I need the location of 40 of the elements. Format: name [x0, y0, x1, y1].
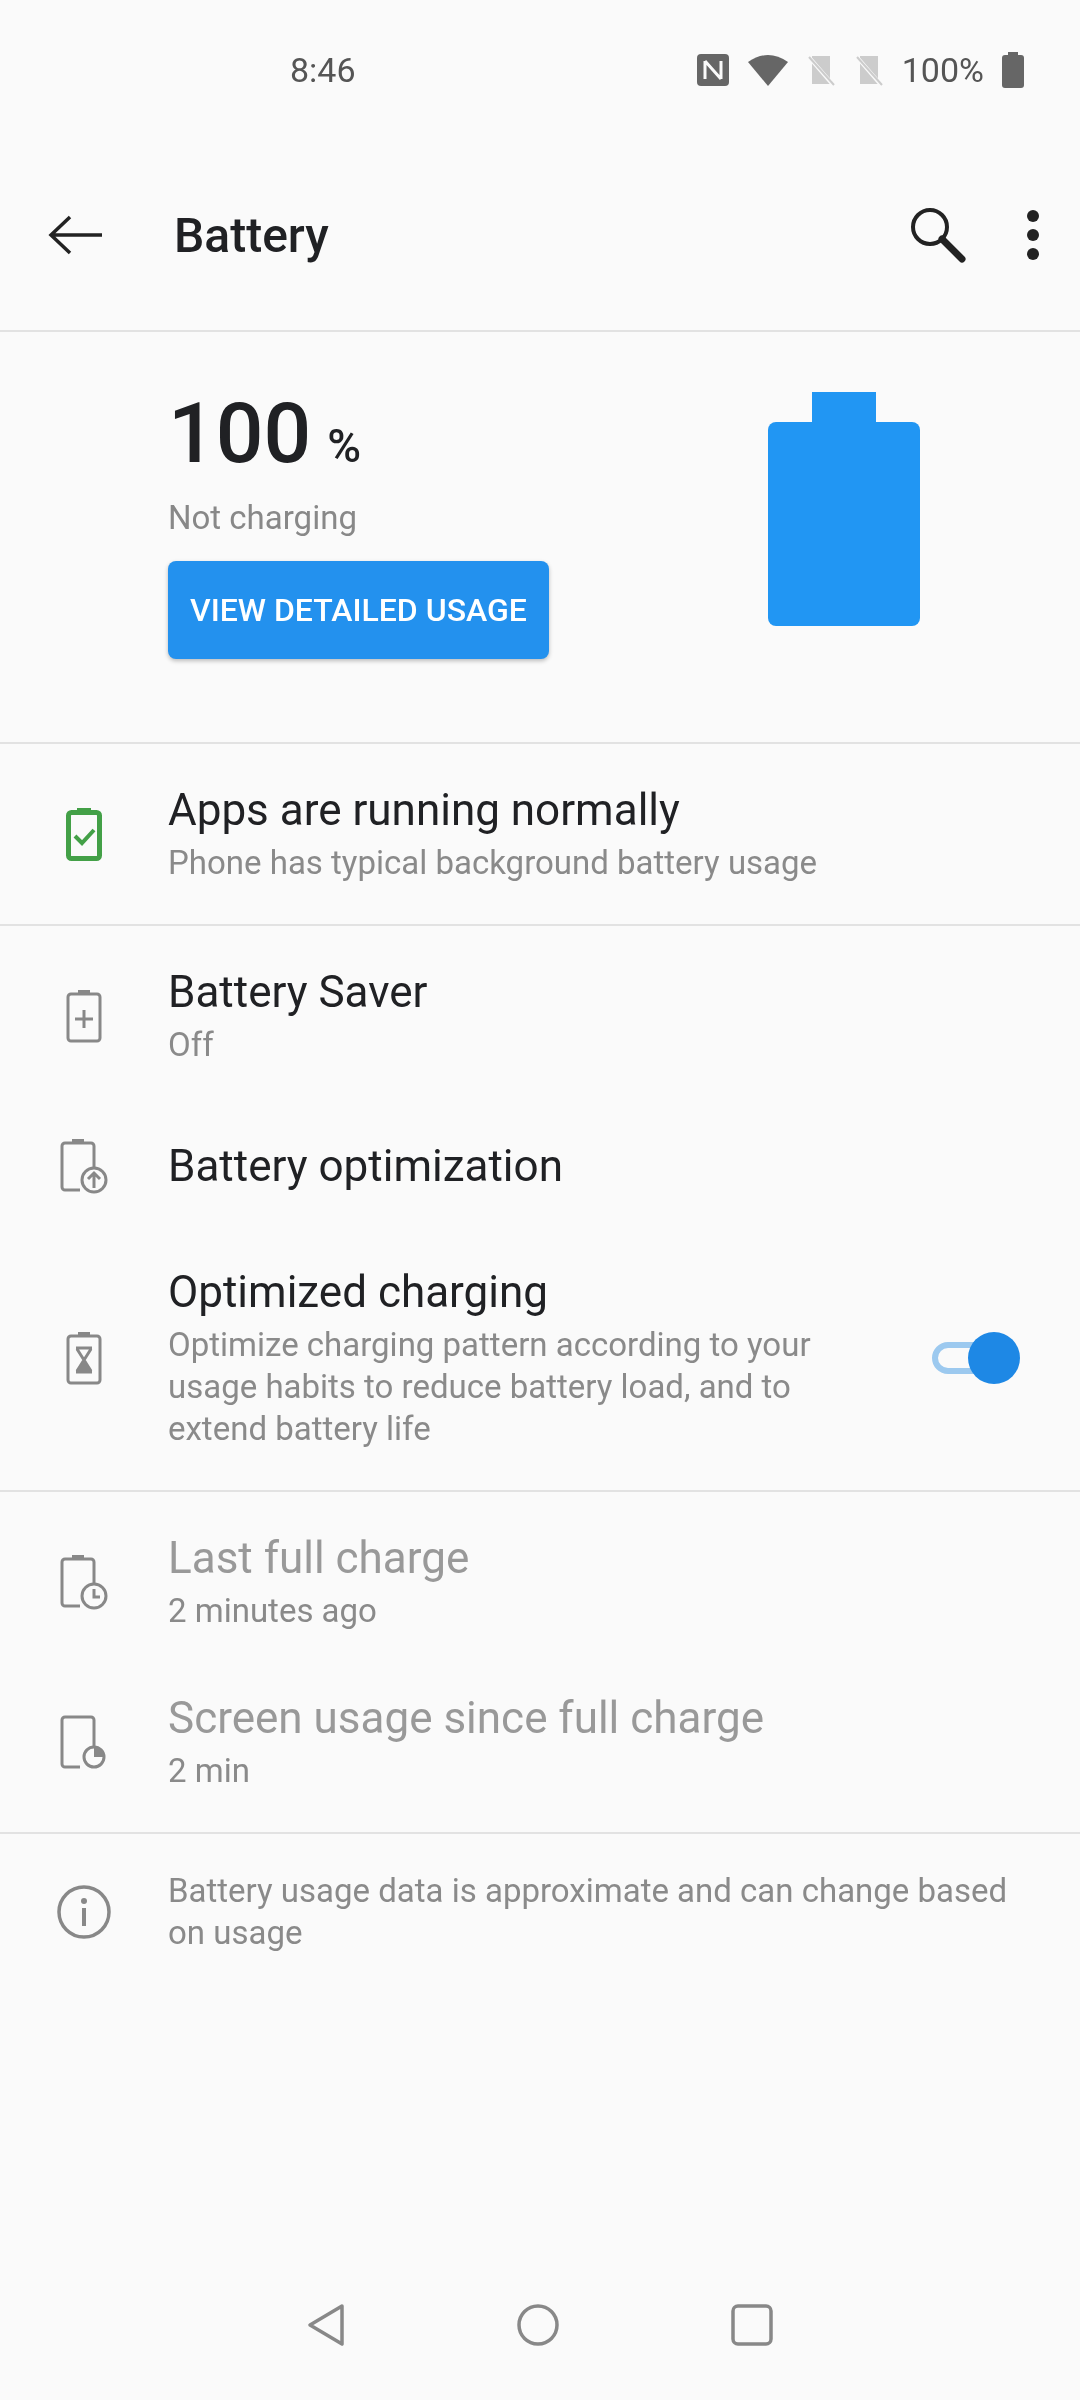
page-title: Battery — [174, 206, 329, 264]
settings-item[interactable]: Battery optimization — [0, 1096, 1080, 1236]
item-subtitle: Optimize charging pattern according to your usage habits to reduce battery load, and to extend battery life — [168, 1324, 812, 1450]
battery-percent: 100% — [901, 50, 984, 90]
settings-item[interactable]: Battery Saver Off — [0, 936, 1080, 1096]
item-title: Screen usage since full charge — [168, 1692, 765, 1744]
back-nav-icon[interactable] — [306, 2303, 346, 2347]
item-title: Optimized charging — [168, 1266, 549, 1318]
item-subtitle: 2 minutes ago — [168, 1590, 378, 1632]
recents-nav-icon[interactable] — [730, 2303, 774, 2347]
clock-time: 8:46 — [290, 50, 356, 90]
item-subtitle: 2 min — [168, 1750, 251, 1792]
home-nav-icon[interactable] — [516, 2303, 560, 2347]
back-arrow-icon[interactable] — [48, 215, 104, 255]
charging-status: Not charging — [168, 498, 357, 537]
item-subtitle: Phone has typical background battery usage — [168, 842, 819, 884]
settings-item[interactable]: Apps are running normally Phone has typical background battery usage — [0, 754, 1080, 914]
battery-plus-icon — [66, 989, 102, 1043]
more-options-icon[interactable] — [1026, 209, 1040, 261]
battery-icon — [1002, 52, 1024, 88]
no-sim-icon — [853, 54, 884, 86]
item-title: Last full charge — [168, 1532, 471, 1584]
wifi-icon — [747, 54, 788, 86]
percent-sign: % — [327, 419, 362, 473]
info-note: Battery usage data is approximate and can change based on usage — [168, 1870, 1009, 1954]
battery-arrow-icon — [60, 1138, 108, 1194]
item-title: Battery optimization — [168, 1140, 564, 1192]
battery-hourglass-icon — [66, 1331, 102, 1385]
phone-chart-icon — [60, 1715, 108, 1769]
battery-check-icon — [66, 807, 102, 861]
nfc-icon — [695, 53, 730, 87]
search-icon[interactable] — [908, 205, 968, 265]
no-sim-icon — [805, 54, 836, 86]
settings-item[interactable]: Optimized charging Optimize charging pattern according to your usage habits to reduce battery load, and to extend battery life — [0, 1236, 1080, 1480]
info-icon — [56, 1884, 112, 1940]
item-title: Battery Saver — [168, 966, 429, 1018]
battery-level-value: 100 — [168, 392, 312, 476]
battery-clock-icon — [60, 1554, 108, 1610]
item-title: Apps are running normally — [168, 784, 681, 836]
item-subtitle: Off — [168, 1024, 215, 1066]
